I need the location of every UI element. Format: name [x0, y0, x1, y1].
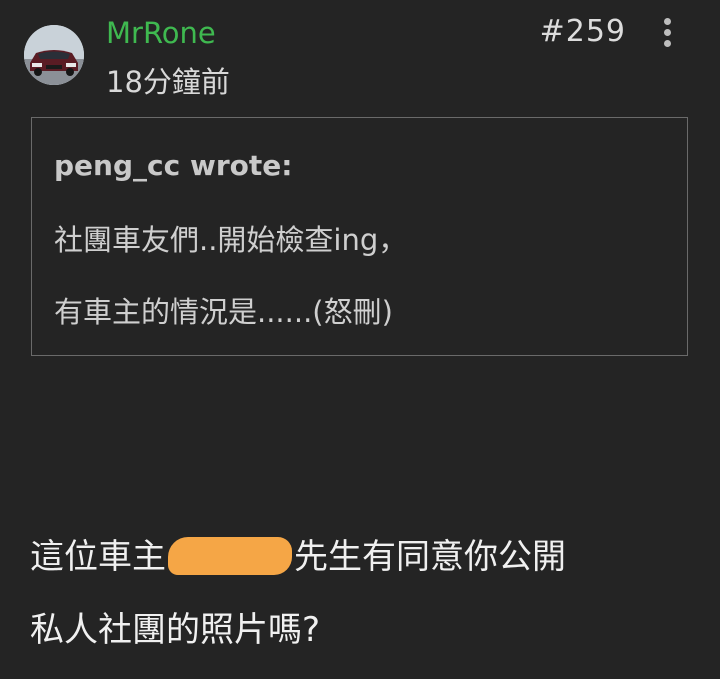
car-avatar-image — [24, 25, 84, 85]
quote-block: peng_cc wrote: 社團車友們..開始檢查ing， 有車主的情況是..… — [31, 117, 688, 356]
post-number[interactable]: #259 — [540, 12, 626, 52]
quote-author: peng_cc wrote: — [54, 149, 293, 182]
username[interactable]: MrRone — [106, 14, 216, 52]
reply-text-segment: 這位車主 — [30, 537, 166, 577]
more-vertical-icon[interactable] — [658, 18, 676, 52]
reply-text-line: 這位車主 先生有同意你公開 — [30, 534, 566, 580]
redaction-mark — [168, 537, 292, 575]
reply-text-segment: 先生有同意你公開 — [294, 537, 566, 577]
avatar[interactable] — [24, 25, 84, 85]
post-timestamp: 18分鐘前 — [106, 65, 230, 99]
quote-text-line: 有車主的情況是......(怒刪) — [54, 295, 393, 329]
reply-text-line: 私人社團的照片嗎? — [30, 610, 321, 650]
quote-text-line: 社團車友們..開始檢查ing， — [54, 223, 408, 257]
